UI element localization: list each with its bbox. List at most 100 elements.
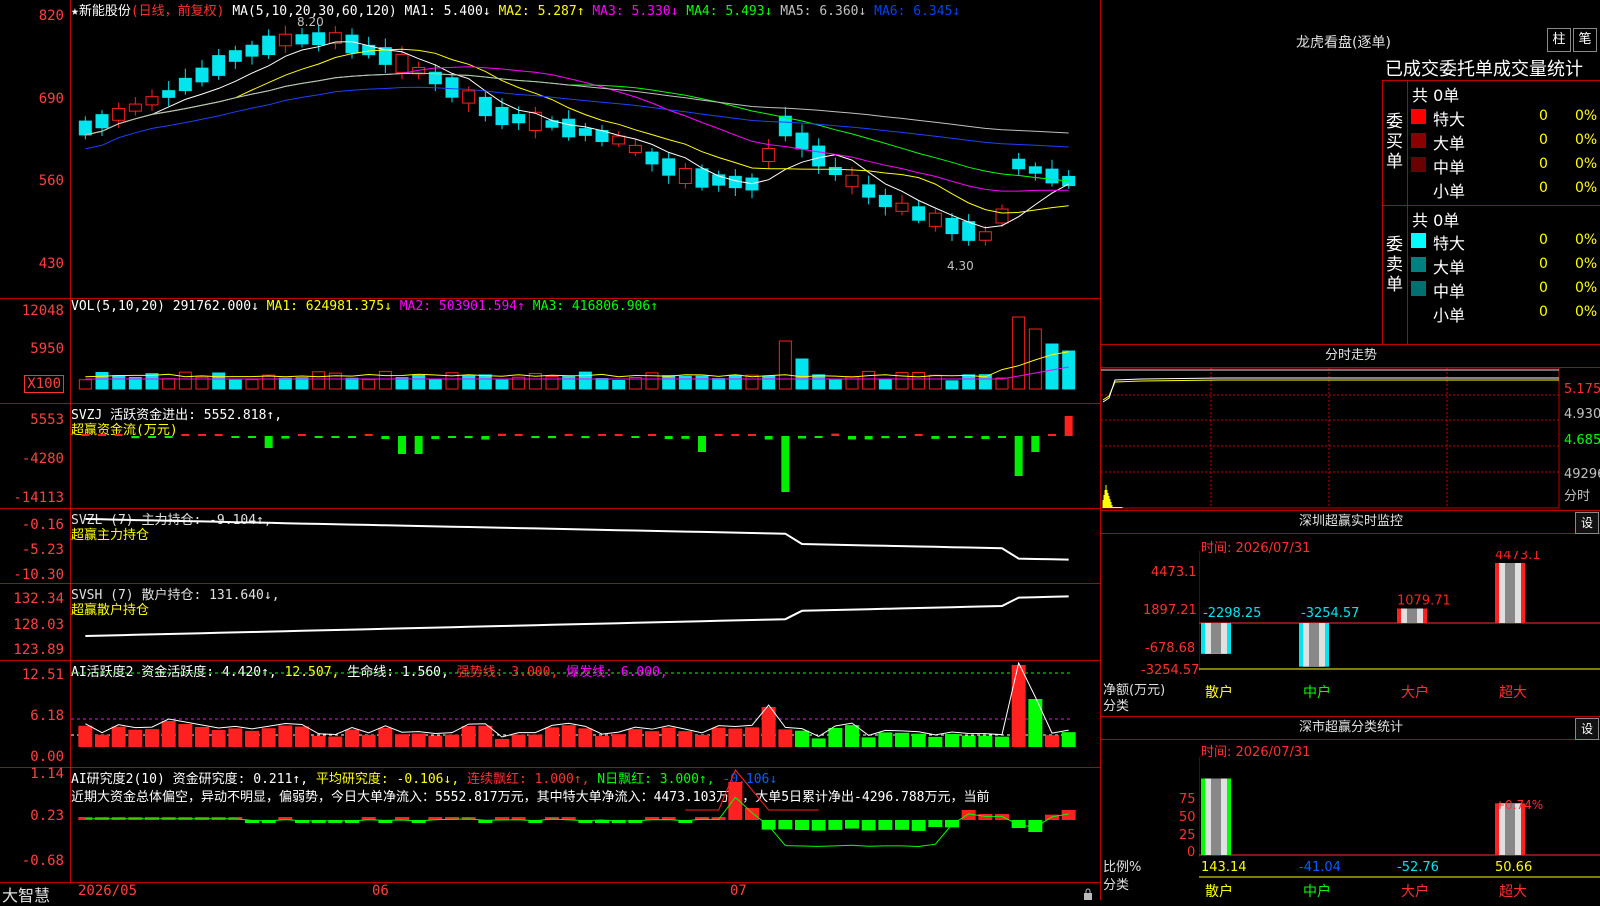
ai1-bar bbox=[311, 735, 326, 747]
candle-body bbox=[928, 212, 942, 227]
ai1-bar bbox=[611, 734, 626, 747]
vol-axis-unit: X100 bbox=[24, 375, 64, 393]
ai2-axis-mid: 0.23 bbox=[30, 808, 64, 824]
classify-chart[interactable]: 143.14 散户 -41.04 中户 -52.76 大户 50.66 超大 +0.74% bbox=[1199, 757, 1600, 900]
svzj-axis-mid: -4280 bbox=[21, 451, 64, 467]
svzj-chart[interactable] bbox=[71, 404, 1099, 507]
order-percent: 0% bbox=[1575, 256, 1598, 272]
ai1-bar bbox=[145, 729, 159, 747]
volume-bar bbox=[578, 371, 592, 390]
right-panel: 龙虎看盘(逐单) 柱 笔 已成交委托单成交量统计 委买单 共 0单 委卖单 共 … bbox=[1100, 0, 1600, 900]
lock-icon[interactable] bbox=[1083, 885, 1093, 900]
cls-value-label: -52.76 bbox=[1397, 860, 1439, 875]
candle-body bbox=[1012, 158, 1026, 170]
svzj-bar bbox=[131, 436, 140, 439]
ai1-bar bbox=[211, 730, 226, 747]
order-count: 0 bbox=[1539, 232, 1548, 248]
candle-body bbox=[395, 53, 409, 73]
volume-bar bbox=[112, 375, 126, 390]
ai1-bar bbox=[695, 734, 709, 747]
ai1-axis-mid: 6.18 bbox=[30, 708, 64, 724]
candle-body bbox=[812, 145, 826, 167]
ai-activity-panel[interactable]: AI活跃度2 资金活跃度: 4.420↑, 12.507, 生命线: 1.560… bbox=[0, 661, 1100, 768]
volume-bar bbox=[162, 378, 176, 390]
volume-chart[interactable] bbox=[71, 299, 1099, 402]
classify-settings-button[interactable]: 设 bbox=[1575, 718, 1599, 740]
svzj-bar bbox=[981, 436, 990, 440]
mon-axis-1: 4473.1 bbox=[1151, 565, 1197, 580]
ai1-bar bbox=[245, 730, 259, 747]
candlestick-chart[interactable]: 8.20 4.30 bbox=[71, 16, 1099, 296]
divider bbox=[1382, 80, 1600, 81]
candle-body bbox=[495, 106, 509, 126]
cls-extra-label: +0.74% bbox=[1495, 798, 1543, 812]
ai1-bar bbox=[928, 736, 943, 747]
ai1-bar bbox=[745, 727, 759, 747]
svzl-chart[interactable] bbox=[71, 509, 1099, 582]
candle-body bbox=[945, 217, 959, 235]
order-percent: 0% bbox=[1575, 108, 1598, 124]
divider bbox=[1382, 80, 1383, 344]
order-row-4: 小单 0 0% bbox=[1409, 301, 1600, 325]
volume-bar bbox=[228, 379, 242, 390]
mon-category-label: 大户 bbox=[1401, 684, 1429, 701]
monitor-settings-button[interactable]: 设 bbox=[1575, 512, 1599, 534]
fs-price-line bbox=[1102, 377, 1559, 403]
ai-activity-chart[interactable] bbox=[71, 661, 1099, 766]
svzj-bar bbox=[348, 436, 356, 438]
bar-mode-button[interactable]: 柱 bbox=[1547, 28, 1571, 52]
order-percent: 0% bbox=[1575, 232, 1598, 248]
candle-body bbox=[262, 35, 276, 56]
svzj-bar bbox=[714, 434, 723, 436]
ai1-bar bbox=[661, 727, 676, 747]
svsh-chart[interactable] bbox=[71, 584, 1099, 659]
volume-panel[interactable]: VOL(5,10,20) 291762.000↓ MA1: 624981.375… bbox=[0, 299, 1100, 404]
mon-category-label: 散户 bbox=[1205, 684, 1233, 701]
order-type-label: 小单 bbox=[1433, 182, 1466, 201]
order-row-2: 大单 0 0% bbox=[1409, 129, 1600, 153]
svzj-bar bbox=[948, 436, 956, 439]
volume-bar bbox=[912, 372, 926, 390]
ai1-bar bbox=[711, 727, 726, 747]
candle-body bbox=[295, 34, 309, 45]
svzl-axis-mid: -5.23 bbox=[21, 542, 64, 558]
ai1-bar bbox=[478, 725, 493, 747]
volume-bar bbox=[1012, 316, 1026, 390]
ai1-bar bbox=[78, 725, 93, 747]
mon-cat-title: 分类 bbox=[1103, 699, 1130, 714]
candle-body bbox=[212, 55, 226, 76]
candle-body bbox=[578, 128, 592, 136]
volume-bar bbox=[878, 378, 892, 390]
mon-value-label: -2298.25 bbox=[1203, 606, 1261, 621]
fs-avg-line bbox=[1102, 379, 1559, 401]
svsh-axis-bot: 123.89 bbox=[13, 642, 64, 658]
order-count: 0 bbox=[1539, 108, 1548, 124]
svzj-bar bbox=[548, 436, 556, 439]
ai-research-chart[interactable] bbox=[71, 768, 1099, 881]
svzl-panel[interactable]: SVZL (7) 主力持仓: -9.104↑, 超赢主力持仓 -0.16 -5.… bbox=[0, 509, 1100, 584]
price-panel[interactable]: ★新能股份(日线，前复权) MA(5,10,20,30,60,120) MA1:… bbox=[0, 0, 1100, 299]
candle-body bbox=[912, 206, 926, 221]
svzj-bar bbox=[331, 436, 340, 438]
svzj-bar bbox=[414, 436, 423, 454]
svsh-panel[interactable]: SVSH (7) 散户持仓: 131.640↓, 超赢散户持仓 132.34 1… bbox=[0, 584, 1100, 661]
volume-bar bbox=[945, 380, 959, 390]
pen-mode-button[interactable]: 笔 bbox=[1573, 28, 1597, 52]
candle-body bbox=[345, 34, 359, 54]
svzj-bar bbox=[998, 436, 1006, 438]
monitor-chart[interactable]: -2298.25 散户 -3254.57 中户 1079.71 大户 4473.1 超大 bbox=[1199, 551, 1600, 716]
svzj-bar bbox=[98, 434, 106, 436]
candle-body bbox=[895, 202, 909, 212]
ai-research-panel[interactable]: AI研究度2(10) 资金研究度: 0.211↑, 平均研究度: -0.106↓… bbox=[0, 766, 1100, 882]
svzj-panel[interactable]: SVZJ 活跃资金进出: 5552.818↑, 超赢资金流(万元) 5553 -… bbox=[0, 404, 1100, 509]
svzl-axis-top: -0.16 bbox=[21, 517, 64, 533]
fs-axis-4: 49296 bbox=[1564, 467, 1600, 482]
price-axis-430: 430 bbox=[38, 256, 64, 272]
svzj-bar bbox=[198, 434, 206, 436]
intraday-chart[interactable] bbox=[1101, 368, 1561, 509]
cls-axis-2: 50 bbox=[1179, 810, 1196, 825]
ai2-bar bbox=[928, 820, 943, 828]
svzj-bar bbox=[564, 433, 573, 436]
ai1-bar bbox=[911, 733, 926, 747]
candle-body bbox=[1028, 166, 1042, 174]
